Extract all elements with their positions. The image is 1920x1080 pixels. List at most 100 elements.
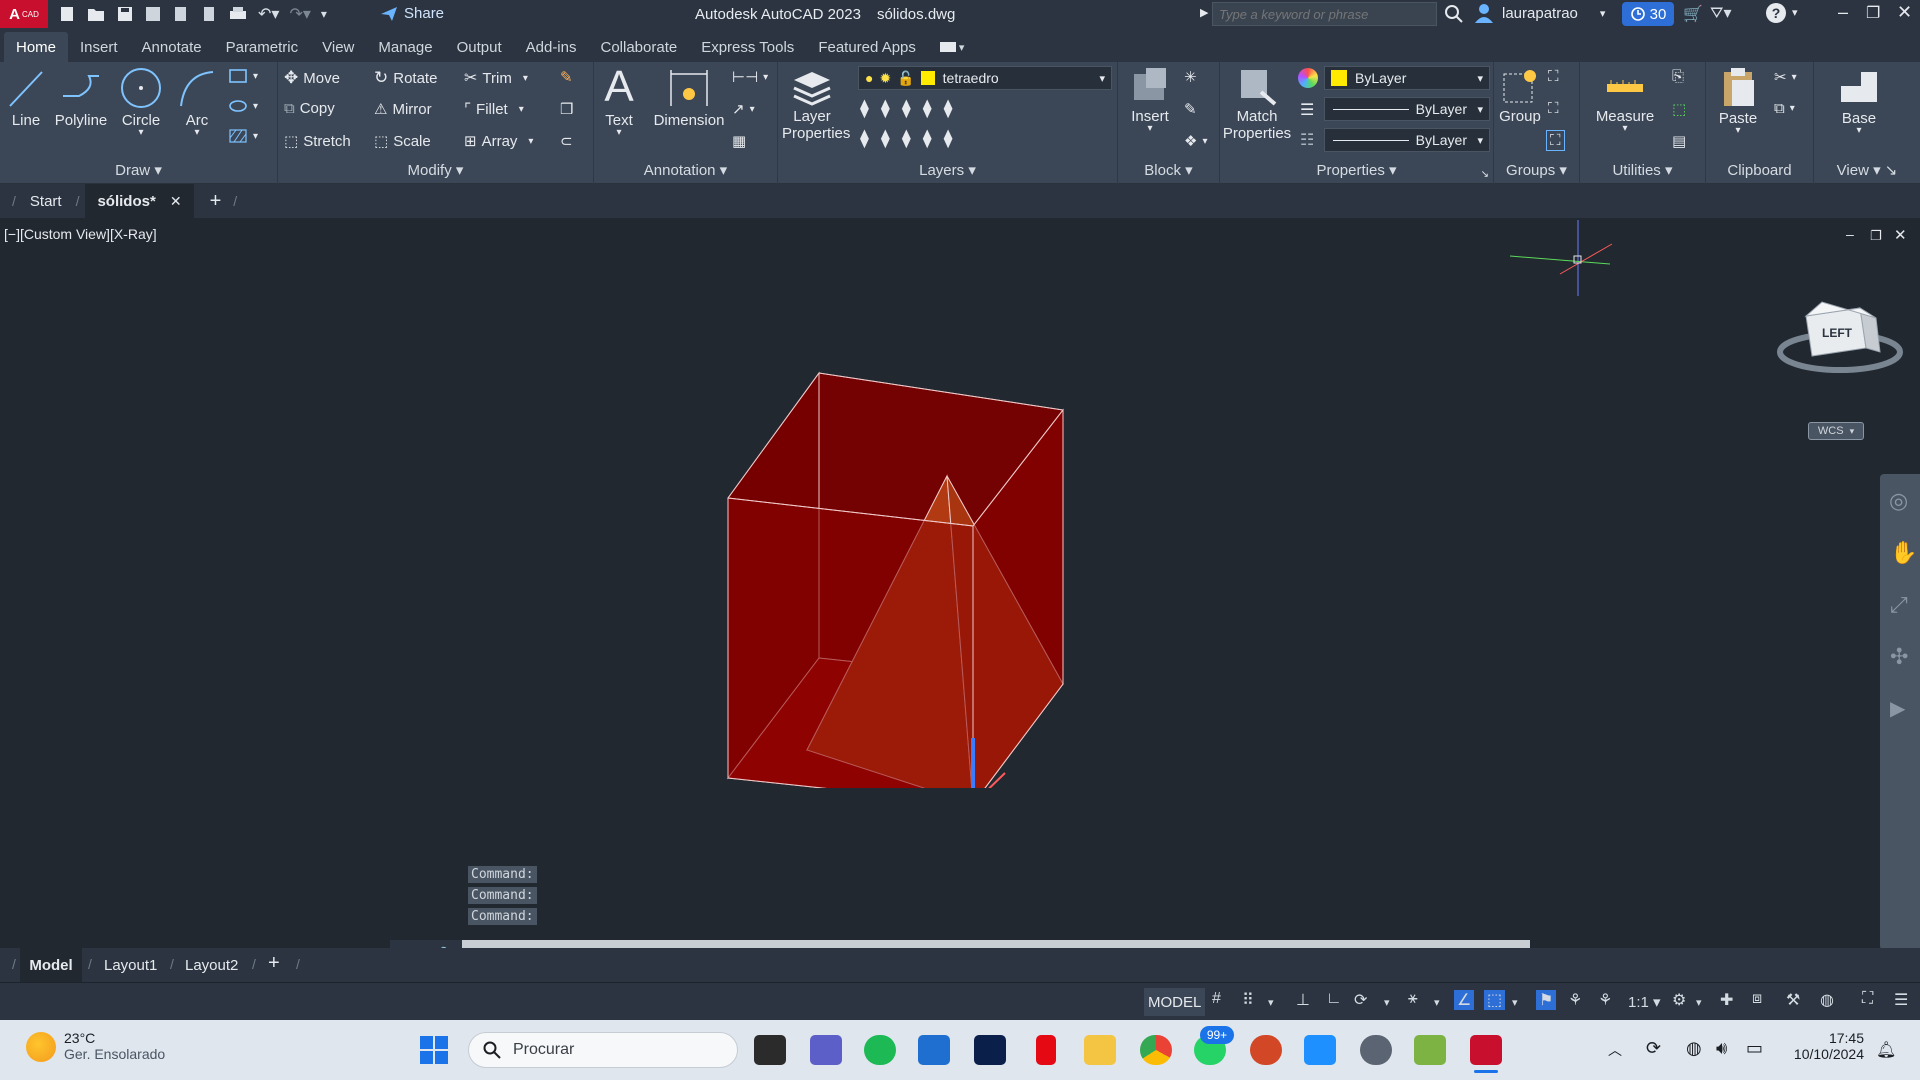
undo-icon[interactable]: ↶▾ bbox=[258, 4, 279, 24]
layer-dropdown[interactable]: ● ✹ 🔓 tetraedro ▾ bbox=[858, 66, 1112, 90]
attribute-button[interactable]: ❖ ▾ bbox=[1184, 132, 1207, 150]
snap-icon[interactable]: ⠿ bbox=[1242, 990, 1254, 1010]
fullscreen-icon[interactable]: ⛶ bbox=[1862, 990, 1873, 1008]
help-dropdown-icon[interactable]: ▾ bbox=[1792, 6, 1798, 19]
viewcube[interactable]: LEFT bbox=[1768, 290, 1908, 390]
measure-button[interactable]: Measure ▾ bbox=[1590, 66, 1660, 134]
layer-freeze-icon[interactable]: ⧫ bbox=[902, 98, 911, 119]
close-window-icon[interactable]: ✕ bbox=[1897, 2, 1912, 23]
battery-icon[interactable]: ▭ bbox=[1746, 1038, 1763, 1059]
create-block-button[interactable]: ✳ bbox=[1184, 68, 1197, 86]
chrome-icon[interactable] bbox=[1140, 1035, 1172, 1065]
disney-plus-icon[interactable] bbox=[974, 1035, 1006, 1065]
layer-thaw-icon[interactable]: ⧫ bbox=[902, 128, 911, 149]
view-panel-label[interactable]: View ▾ ↘ bbox=[1814, 160, 1920, 182]
spotify-icon[interactable] bbox=[864, 1035, 896, 1065]
annotation-panel-label[interactable]: Annotation ▾ bbox=[594, 160, 777, 182]
layer-properties-button[interactable]: Layer Properties bbox=[782, 66, 850, 142]
layers-panel-label[interactable]: Layers ▾ bbox=[778, 160, 1117, 182]
workspace-gear-icon[interactable]: ⚙ bbox=[1672, 990, 1686, 1010]
settings-icon[interactable] bbox=[1360, 1035, 1392, 1065]
help-icon[interactable]: ? bbox=[1766, 3, 1786, 23]
cut-button[interactable]: ✂ ▾ bbox=[1774, 68, 1797, 86]
annotation-scale-icon[interactable]: ⚘ bbox=[1598, 990, 1612, 1010]
layer-off-icon[interactable]: ⧫ bbox=[860, 98, 869, 119]
color-wheel-icon[interactable] bbox=[1298, 68, 1318, 88]
modify-panel-label[interactable]: Modify ▾ bbox=[278, 160, 593, 182]
select-all-button[interactable]: ⬚ bbox=[1672, 100, 1686, 118]
viewport-controls-label[interactable]: [−][Custom View][X-Ray] bbox=[4, 226, 157, 242]
osnap-dropdown-icon[interactable]: ▾ bbox=[1512, 996, 1518, 1009]
quick-select-button[interactable]: ⎘ bbox=[1672, 68, 1684, 85]
object-snap-tracking-icon[interactable]: ∠ bbox=[1454, 990, 1475, 1010]
cart-icon[interactable]: 🛒 bbox=[1683, 4, 1703, 24]
panel-launcher-icon[interactable]: ↘ bbox=[1481, 169, 1489, 180]
tab-layout2[interactable]: Layout2 bbox=[185, 957, 238, 974]
sync-icon[interactable]: ⟳ bbox=[1646, 1038, 1661, 1059]
paste-button[interactable]: Paste ▾ bbox=[1712, 66, 1764, 136]
tab-manage[interactable]: Manage bbox=[366, 32, 444, 62]
hatch-button[interactable]: ▾ bbox=[228, 128, 258, 144]
trim-button[interactable]: ✂ Trim ▾ bbox=[464, 68, 528, 88]
tab-annotate[interactable]: Annotate bbox=[130, 32, 214, 62]
tab-collaborate[interactable]: Collaborate bbox=[588, 32, 689, 62]
customization-menu-icon[interactable]: ☰ bbox=[1894, 990, 1908, 1010]
rectangle-button[interactable]: ▾ bbox=[228, 68, 258, 84]
tab-model[interactable]: Model bbox=[20, 948, 82, 982]
weather-icon[interactable] bbox=[26, 1032, 56, 1062]
grid-icon[interactable]: # bbox=[1212, 990, 1221, 1008]
tab-featured-apps[interactable]: Featured Apps bbox=[806, 32, 928, 62]
system-clock[interactable]: 17:45 10/10/2024 bbox=[1784, 1030, 1864, 1062]
tab-output[interactable]: Output bbox=[445, 32, 514, 62]
pan-icon[interactable]: ✋ bbox=[1890, 540, 1917, 566]
isodraft-dropdown-icon[interactable]: ▾ bbox=[1434, 996, 1440, 1009]
layer-match-icon[interactable]: ⧫ bbox=[944, 98, 953, 119]
edit-block-button[interactable]: ✎ bbox=[1184, 100, 1197, 118]
task-view-icon[interactable] bbox=[754, 1035, 786, 1065]
share-button[interactable]: Share bbox=[380, 5, 444, 22]
new-tab-icon[interactable]: + bbox=[210, 190, 222, 213]
array-button[interactable]: ⊞ Array ▾ bbox=[464, 132, 533, 151]
block-panel-label[interactable]: Block ▾ bbox=[1118, 160, 1219, 182]
zoom-extents-icon[interactable]: ⤢ bbox=[1890, 592, 1908, 618]
notification-bell-icon[interactable]: 🔔︎ bbox=[1876, 1040, 1896, 1060]
explode-button[interactable]: ❒ bbox=[560, 100, 573, 118]
annotation-monitor-icon[interactable]: ✚ bbox=[1720, 990, 1733, 1010]
steering-wheel-icon[interactable]: ◎ bbox=[1889, 488, 1908, 514]
isodraft-icon[interactable]: ⚹ bbox=[1408, 990, 1418, 1008]
solids-drawing[interactable] bbox=[710, 368, 1080, 788]
color-dropdown[interactable]: ByLayer ▾ bbox=[1324, 66, 1490, 90]
polyline-button[interactable]: Polyline bbox=[52, 66, 110, 129]
microsoft-store-icon[interactable] bbox=[918, 1035, 950, 1065]
copy-button[interactable]: ⧉ Copy bbox=[284, 100, 335, 117]
layer-unisolate-icon[interactable]: ⧫ bbox=[881, 128, 890, 149]
viewport-close-icon[interactable]: ✕ bbox=[1894, 226, 1907, 244]
draw-panel-label[interactable]: Draw ▾ bbox=[0, 160, 277, 182]
utilities-panel-label[interactable]: Utilities ▾ bbox=[1580, 160, 1705, 182]
autocad-taskbar-icon[interactable] bbox=[1470, 1035, 1502, 1065]
tab-home[interactable]: Home bbox=[4, 32, 69, 62]
teams-icon[interactable] bbox=[810, 1035, 842, 1065]
tab-add-ins[interactable]: Add-ins bbox=[514, 32, 589, 62]
offset-button[interactable]: ⊂ bbox=[560, 132, 573, 150]
viewport-minimize-icon[interactable]: – bbox=[1846, 226, 1854, 242]
save-as-icon[interactable] bbox=[144, 4, 162, 24]
stretch-button[interactable]: ⬚ Stretch bbox=[284, 132, 351, 151]
save-icon[interactable] bbox=[116, 4, 134, 24]
minimize-window-icon[interactable]: – bbox=[1838, 2, 1848, 23]
polar-tracking-icon[interactable]: ⟳ bbox=[1354, 990, 1367, 1010]
circle-button[interactable]: Circle ▾ bbox=[116, 66, 166, 138]
layer-lock-icon[interactable]: ⧫ bbox=[923, 98, 932, 119]
photos-icon[interactable] bbox=[1304, 1035, 1336, 1065]
infer-constraints-icon[interactable]: ⊥ bbox=[1296, 990, 1310, 1010]
drawing-viewport[interactable]: [−][Custom View][X-Ray] – ❐ ✕ LEFT WCS ▾ … bbox=[0, 218, 1920, 972]
snap-dropdown-icon[interactable]: ▾ bbox=[1268, 996, 1274, 1009]
trial-timer-badge[interactable]: 30 bbox=[1622, 2, 1674, 26]
viewport-restore-icon[interactable]: ❐ bbox=[1870, 228, 1882, 244]
netflix-icon[interactable] bbox=[1036, 1035, 1056, 1065]
restore-window-icon[interactable]: ❐ bbox=[1866, 3, 1880, 23]
lineweight-dropdown[interactable]: ByLayer ▾ bbox=[1324, 128, 1490, 152]
group-selection-button[interactable]: ⛶ bbox=[1546, 130, 1565, 151]
redo-icon[interactable]: ↷▾ bbox=[289, 4, 310, 24]
polar-dropdown-icon[interactable]: ▾ bbox=[1384, 996, 1390, 1009]
